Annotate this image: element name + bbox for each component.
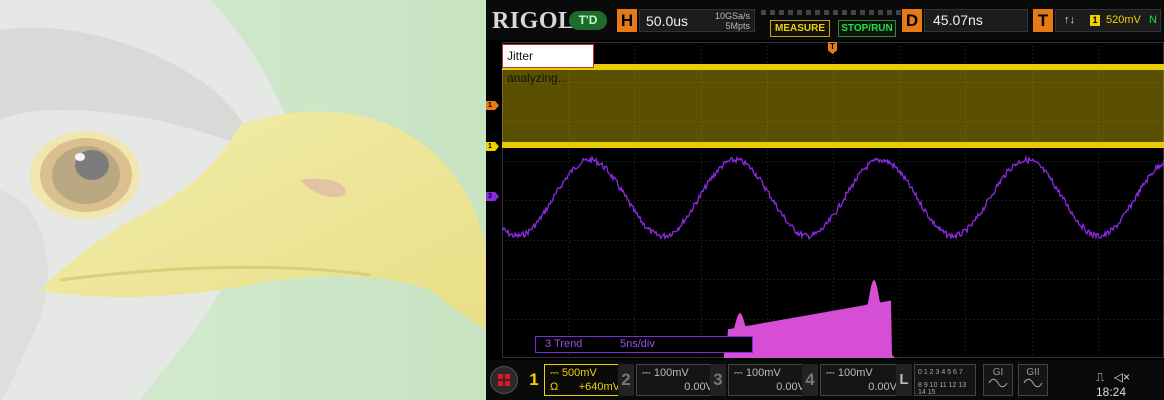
bottom-channel-bar: 1 ⎓ 500mV Ω +640mV 2 ⎓ 100mV 0.00V 3 ⎓ 1… (486, 360, 1164, 400)
menu-grid-icon (498, 374, 503, 379)
channel-1-number: 1 (529, 370, 539, 389)
trend-label-box: 3 Trend 5ns/div (535, 336, 753, 353)
sample-rate: 10GSa/s (714, 11, 750, 21)
main-menu-button[interactable] (490, 366, 518, 394)
channel-4-scale: 100mV (837, 367, 873, 379)
system-status: ⎍ ◁× 18:24 (1096, 370, 1164, 399)
logic-row-1: 0 1 2 3 4 5 6 7 (918, 369, 963, 376)
trend-title: 3 Trend (545, 338, 583, 350)
clock-time: 18:24 (1096, 385, 1127, 399)
channel-2-offset: 0.00V (684, 381, 713, 393)
channel-3-offset: 0.00V (776, 381, 805, 393)
trigger-channel-badge: 1 (1090, 15, 1100, 26)
horizontal-timebase-panel[interactable]: 50.0us 10GSa/s 5Mpts (639, 9, 755, 32)
channel-1-scale: 500mV (561, 367, 597, 379)
channel-2-scale: 100mV (653, 367, 689, 379)
top-status-bar: RIGOL T'D H 50.0us 10GSa/s 5Mpts MEASURE… (486, 0, 1164, 40)
logic-analyzer-label[interactable]: L (896, 364, 912, 396)
oscilloscope-screen: RIGOL T'D H 50.0us 10GSa/s 5Mpts MEASURE… (486, 0, 1164, 400)
memory-position-bar (761, 10, 901, 15)
brand-logo: RIGOL (492, 8, 575, 34)
jitter-status-popup: Jitter analyzing... (502, 44, 594, 85)
channel-1-impedance: Ω (550, 381, 559, 393)
channel-1-offset: +640mV (578, 381, 620, 393)
channel-3-scale: 100mV (745, 367, 781, 379)
trend-scale: 5ns/div (620, 338, 655, 350)
trigger-settings-panel[interactable]: ↑↓ 1 520mV N (1055, 9, 1161, 32)
ch1-trace-bottom (502, 142, 1164, 148)
memory-depth: 5Mpts (725, 21, 750, 31)
ch3-offset-marker[interactable]: 3 (486, 192, 499, 201)
trigger-level: 520mV (1106, 14, 1141, 26)
usb-icon[interactable]: ⎍ (1096, 370, 1104, 384)
trigger-mode: N (1149, 14, 1157, 26)
trigger-level-marker[interactable]: 1 (486, 101, 499, 110)
delay-value[interactable]: 45.07ns (924, 9, 1028, 32)
waveform-area[interactable] (502, 42, 1164, 358)
channel-4-number: 4 (802, 364, 818, 396)
logic-row-2: 8 9 10 11 12 13 14 15 (918, 382, 967, 396)
waveform-canvas (502, 42, 1164, 358)
timebase-value: 50.0us (646, 13, 689, 29)
measure-button[interactable]: MEASURE (770, 20, 830, 37)
channel-2-number: 2 (618, 364, 634, 396)
eagle-photo (0, 0, 486, 400)
delay-label[interactable]: D (902, 9, 922, 32)
sine-wave-icon (988, 378, 1008, 388)
generator-1-label: GI (992, 367, 1004, 378)
trigger-label[interactable]: T (1033, 9, 1053, 32)
channel-3-number: 3 (710, 364, 726, 396)
generator-1-button[interactable]: GI (983, 364, 1013, 396)
ch1-offset-marker[interactable]: 1 (486, 142, 499, 151)
ch1-trace-top (502, 64, 1164, 70)
trigger-edge-icon: ↑↓ (1064, 14, 1075, 26)
speaker-icon[interactable]: ◁× (1114, 370, 1130, 384)
logic-channels-panel[interactable]: 0 1 2 3 4 5 6 7 8 9 10 11 12 13 14 15 (914, 364, 976, 396)
horizontal-label[interactable]: H (617, 9, 637, 32)
generator-2-button[interactable]: GII (1018, 364, 1048, 396)
stop-run-button[interactable]: STOP/RUN (838, 20, 896, 37)
sine-wave-icon (1023, 378, 1043, 388)
trigger-status-badge[interactable]: T'D (569, 11, 607, 30)
ch1-trace-band (502, 64, 1164, 148)
channel-4-offset: 0.00V (868, 381, 897, 393)
generator-2-label: GII (1026, 367, 1040, 378)
